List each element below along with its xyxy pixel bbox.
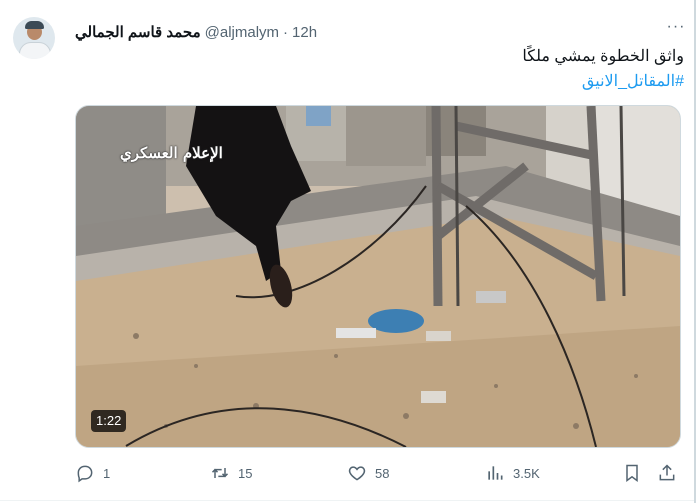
tweet-body: واثق الخطوة يمشي ملكًا — [522, 48, 684, 65]
reply-button[interactable]: 1 — [75, 458, 110, 488]
like-icon — [348, 466, 366, 481]
views-icon — [488, 466, 503, 480]
author-handle[interactable]: @aljmalym — [205, 24, 279, 41]
like-button[interactable]: 58 — [347, 458, 389, 488]
reply-count: 1 — [103, 465, 111, 481]
like-count: 58 — [375, 465, 390, 481]
channel-watermark: الإعلام العسكري — [120, 144, 223, 162]
tweet-text: واثق الخطوة يمشي ملكًا #المقاتل_الانيق — [124, 44, 684, 94]
hashtag-link[interactable]: #المقاتل_الانيق — [124, 69, 684, 94]
avatar[interactable] — [13, 17, 55, 59]
share-icon — [659, 464, 675, 481]
author-display-name[interactable]: محمد قاسم الجمالي — [75, 23, 201, 41]
share-button[interactable] — [657, 458, 685, 488]
action-bar: 1 15 58 3.5K — [75, 458, 685, 488]
tweet-timestamp[interactable]: 12h — [292, 24, 317, 41]
bookmark-button[interactable] — [622, 458, 650, 488]
views-button[interactable]: 3.5K — [485, 458, 540, 488]
bookmark-icon — [626, 464, 638, 482]
retweet-icon — [211, 468, 229, 478]
timeline-border — [694, 0, 696, 503]
tweet-divider — [0, 500, 694, 501]
retweet-button[interactable]: 15 — [210, 458, 252, 488]
more-icon[interactable]: ··· — [666, 19, 686, 40]
separator-dot: · — [283, 23, 289, 41]
video-player[interactable]: الإعلام العسكري 1:22 — [75, 105, 681, 448]
reply-icon — [77, 465, 93, 483]
retweet-count: 15 — [238, 465, 253, 481]
tweet-header: محمد قاسم الجمالي @aljmalym · 12h — [75, 21, 317, 43]
views-count: 3.5K — [513, 465, 540, 481]
video-duration: 1:22 — [91, 410, 127, 432]
